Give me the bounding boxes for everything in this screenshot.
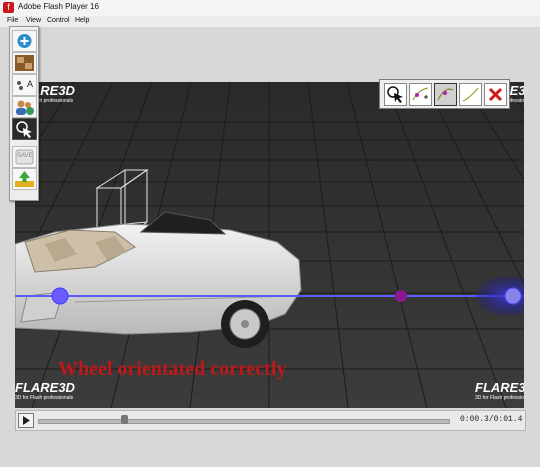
tool-palette: A SAVE: [9, 26, 39, 201]
delete-icon: [488, 87, 503, 102]
time-display: 0:00.3/0:01.4: [460, 415, 523, 424]
play-button[interactable]: [18, 413, 34, 428]
add-object-icon: [17, 34, 32, 48]
upload-icon: [15, 171, 34, 187]
svg-text:A: A: [27, 79, 33, 89]
timeline-track[interactable]: [38, 419, 450, 424]
menu-bar: File View Control Help: [0, 16, 540, 27]
path-node-start[interactable]: [51, 287, 69, 305]
menu-view[interactable]: View: [26, 17, 41, 24]
add-point-icon: [412, 87, 429, 101]
path-node-end[interactable]: [504, 287, 522, 305]
delete-path-button[interactable]: [484, 83, 507, 106]
scene-caption: Wheel orientated correctly: [58, 358, 287, 380]
users-button[interactable]: [12, 96, 37, 118]
timeline-scrubber[interactable]: [121, 415, 129, 424]
play-icon: [23, 416, 30, 425]
texture-button[interactable]: [12, 52, 37, 74]
save-button[interactable]: SAVE: [12, 146, 37, 168]
select-cursor-icon: [16, 121, 32, 138]
flash-player-window: f Adobe Flash Player 16 File View Contro…: [0, 0, 540, 467]
text-tool-icon: A: [17, 79, 33, 90]
logo-tagline: 3D for Flash professionals: [15, 395, 74, 401]
menu-control[interactable]: Control: [47, 17, 70, 24]
window-title: Adobe Flash Player 16: [18, 2, 99, 11]
path-select-button[interactable]: [384, 83, 407, 106]
users-icon: [16, 100, 34, 115]
menu-help[interactable]: Help: [75, 17, 89, 24]
flare3d-logo-bottom-left: FLARE3D 3D for Flash professionals: [15, 380, 75, 401]
add-point-button[interactable]: [409, 83, 432, 106]
save-label: SAVE: [17, 153, 33, 159]
curve-tool-icon: [437, 88, 454, 101]
upload-button[interactable]: [12, 168, 37, 190]
path-node-mid[interactable]: [395, 290, 407, 302]
line-tool-button[interactable]: [459, 83, 482, 106]
playback-controls: 0:00.3/0:01.4: [15, 410, 526, 431]
text-tool-button[interactable]: A: [12, 74, 37, 96]
path-toolbar: [379, 79, 510, 109]
logo-text: FLARE3D: [475, 380, 524, 395]
select-tool-icon: [387, 86, 403, 103]
curve-tool-button[interactable]: [434, 83, 457, 106]
flash-app-icon: f: [3, 2, 14, 13]
title-bar: f Adobe Flash Player 16: [0, 0, 540, 17]
line-tool-icon: [462, 87, 479, 102]
logo-tagline: 3D for Flash professionals: [475, 395, 524, 401]
flare3d-logo-bottom-right: FLARE3D 3D for Flash professionals: [475, 380, 524, 401]
logo-text: FLARE3D: [15, 380, 75, 395]
select-cursor-button[interactable]: [12, 118, 37, 140]
add-object-button[interactable]: [12, 30, 37, 52]
menu-file[interactable]: File: [7, 17, 18, 24]
texture-icon: [15, 55, 34, 71]
